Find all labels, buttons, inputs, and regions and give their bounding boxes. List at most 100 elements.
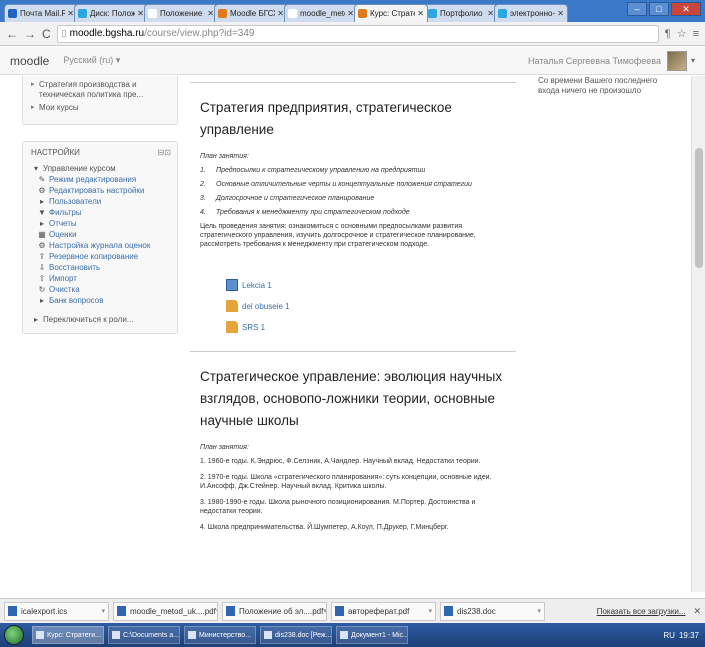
- settings-item[interactable]: ▼ Фильтры: [31, 207, 171, 218]
- address-bar: ← → C ▯ moodle.bgsha.ru /course/view.php…: [0, 22, 705, 46]
- tab-close-icon[interactable]: ✕: [417, 9, 424, 18]
- tab-close-icon[interactable]: ✕: [277, 9, 284, 18]
- download-item[interactable]: автореферат.pdf ▾: [331, 601, 436, 621]
- back-icon[interactable]: ←: [6, 27, 18, 41]
- settings-item[interactable]: ↻ Очистка: [31, 284, 171, 295]
- download-item[interactable]: Положение об эл....pdf ▾: [222, 601, 327, 621]
- settings-item[interactable]: ⇩ Восстановить: [31, 262, 171, 273]
- settings-item-label: Режим редактирования: [49, 175, 137, 184]
- page-scrollbar[interactable]: [691, 76, 705, 592]
- chevron-down-icon[interactable]: ▾: [323, 607, 326, 615]
- settings-item[interactable]: ▸ Отчеты: [31, 218, 171, 229]
- settings-item[interactable]: ▸ Банк вопросов: [31, 295, 171, 306]
- tab-close-icon[interactable]: ✕: [487, 9, 494, 18]
- browser-tab[interactable]: Диск: Положе✕: [74, 4, 148, 22]
- block-controls-icon[interactable]: ⊟⊡: [158, 148, 171, 157]
- plan-heading: План занятия:: [200, 153, 249, 160]
- tab-close-icon[interactable]: ✕: [137, 9, 144, 18]
- resource-label: SRS 1: [242, 322, 266, 332]
- minimize-button[interactable]: –: [627, 2, 647, 16]
- translate-icon[interactable]: ¶: [665, 28, 671, 40]
- plan-item: 4. Требования к менеджменту при стратегич…: [200, 208, 508, 217]
- browser-tab[interactable]: электронно- ✕: [494, 4, 568, 22]
- tab-close-icon[interactable]: ✕: [347, 9, 354, 18]
- chevron-down-icon[interactable]: ▾: [537, 607, 541, 615]
- favicon-icon: [288, 9, 297, 18]
- switch-role-node[interactable]: ▸ Переключиться к роли...: [31, 314, 171, 325]
- taskbar-item[interactable]: Курс: Стратеги...: [32, 626, 104, 644]
- app-icon: [36, 631, 44, 639]
- settings-item-label: Фильтры: [49, 208, 82, 217]
- recent-activity-line: Со времени Вашего последнего: [538, 76, 658, 85]
- file-icon: [8, 606, 17, 616]
- browser-tab[interactable]: Moodle БГСХ ✕: [214, 4, 288, 22]
- folder-icon: [226, 300, 238, 312]
- tab-close-icon[interactable]: ✕: [67, 9, 74, 18]
- folder-icon: [226, 321, 238, 333]
- browser-tab[interactable]: Портфолио с ✕: [424, 4, 498, 22]
- browser-tab[interactable]: Положение о ✕: [144, 4, 218, 22]
- course-admin-node[interactable]: ▾ Управление курсом: [31, 163, 171, 174]
- course-node[interactable]: ▸ Мои курсы: [31, 103, 171, 113]
- maximize-button[interactable]: □: [649, 2, 669, 16]
- forward-icon[interactable]: →: [24, 27, 36, 41]
- close-window-button[interactable]: ✕: [671, 2, 701, 16]
- browser-tab-strip: Почта Mail.Ru✕Диск: Положе✕Положение о✕M…: [0, 0, 705, 22]
- language-menu[interactable]: Русский (ru) ▾: [63, 55, 120, 66]
- lesson-goal: Цель проведения занятия: ознакомиться с …: [200, 223, 476, 248]
- avatar[interactable]: [666, 50, 687, 71]
- settings-item[interactable]: ⚙ Редактировать настройки: [31, 185, 171, 196]
- show-all-downloads-link[interactable]: Показать все загрузки...: [597, 607, 686, 616]
- settings-item[interactable]: ⇧ Импорт: [31, 273, 171, 284]
- settings-item[interactable]: ▸ Пользователи: [31, 196, 171, 207]
- scrollbar-thumb[interactable]: [695, 148, 703, 268]
- url-input[interactable]: ▯ moodle.bgsha.ru /course/view.php?id=34…: [56, 24, 659, 43]
- settings-item[interactable]: ▦ Оценки: [31, 229, 171, 240]
- moodle-logo[interactable]: moodle: [10, 54, 49, 68]
- taskbar-item[interactable]: Документ1 - Mic...: [336, 626, 408, 644]
- document-icon: [226, 279, 238, 291]
- download-item[interactable]: icalexport.ics ▾: [4, 601, 109, 621]
- resource-link[interactable]: del obuseie 1: [226, 300, 508, 312]
- main-column: Стратегия предприятия, стратегическое уп…: [190, 76, 516, 539]
- taskbar-item[interactable]: dis238.doc [Реж...: [260, 626, 332, 644]
- clock[interactable]: 19:37: [679, 631, 699, 640]
- tab-close-icon[interactable]: ✕: [557, 9, 564, 18]
- settings-item[interactable]: ✎ Режим редактирования: [31, 174, 171, 185]
- chevron-down-icon[interactable]: ▾: [216, 607, 217, 615]
- menu-icon[interactable]: ≡: [693, 28, 699, 40]
- settings-item-label: Отчеты: [49, 219, 77, 228]
- language-indicator[interactable]: RU: [663, 631, 675, 640]
- taskbar-item-label: Министерство...: [199, 631, 252, 639]
- course-label: Стратегия производства и техническая пол…: [39, 80, 144, 99]
- settings-item[interactable]: ⚙ Настройка журнала оценок: [31, 240, 171, 251]
- resource-link[interactable]: SRS 1: [226, 321, 508, 333]
- settings-item[interactable]: ⇪ Резервное копирование: [31, 251, 171, 262]
- user-name[interactable]: Наталья Сергеевна Тимофеева: [528, 56, 661, 66]
- download-label: Положение об эл....pdf: [239, 606, 324, 616]
- file-icon: [226, 606, 235, 616]
- browser-tab[interactable]: Курс: Страте ✕: [354, 4, 428, 22]
- resource-label: del obuseie 1: [242, 301, 290, 311]
- browser-tab[interactable]: moodle_metod✕: [284, 4, 358, 22]
- chevron-down-icon[interactable]: ▾: [101, 607, 105, 615]
- download-item[interactable]: moodle_metod_uk....pdf▾: [113, 601, 218, 621]
- course-node[interactable]: ▸ Стратегия производства и техническая по…: [31, 80, 171, 100]
- tab-list: Почта Mail.Ru✕Диск: Положе✕Положение о✕M…: [4, 4, 568, 22]
- reload-icon[interactable]: C: [42, 27, 51, 41]
- browser-tab[interactable]: Почта Mail.Ru✕: [4, 4, 78, 22]
- chevron-down-icon[interactable]: ▾: [691, 56, 695, 65]
- download-label: автореферат.pdf: [348, 606, 410, 616]
- favicon-icon: [498, 9, 507, 18]
- download-item[interactable]: dis238.doc ▾: [440, 601, 545, 621]
- tab-close-icon[interactable]: ✕: [207, 9, 214, 18]
- bookmark-star-icon[interactable]: ☆: [677, 27, 687, 40]
- plan-item-text: Предпосылки к стратегическому управлению…: [216, 167, 426, 174]
- taskbar-item[interactable]: Министерство...: [184, 626, 256, 644]
- start-button[interactable]: [4, 625, 24, 645]
- close-icon[interactable]: ✕: [693, 606, 701, 617]
- chevron-down-icon[interactable]: ▾: [428, 607, 432, 615]
- resource-link[interactable]: Lekcia 1: [226, 279, 508, 291]
- section-title: Стратегия предприятия, стратегическое уп…: [200, 100, 452, 137]
- taskbar-item[interactable]: C:\Documents a...: [108, 626, 180, 644]
